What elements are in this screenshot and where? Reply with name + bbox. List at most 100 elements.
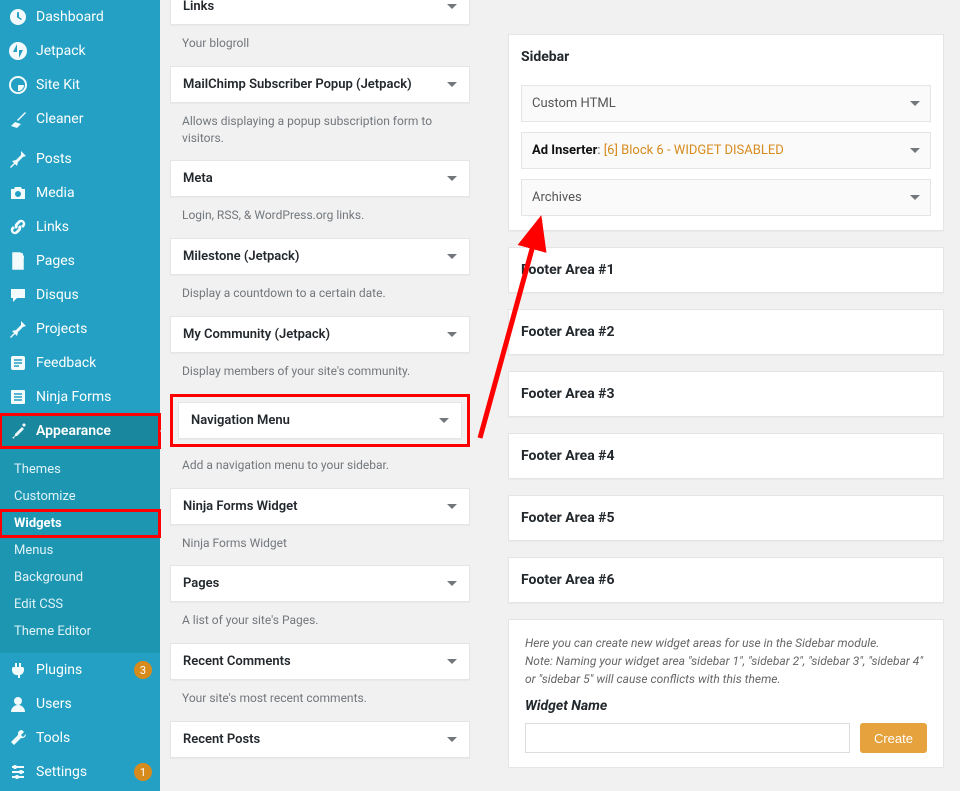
appearance-submenu: ThemesCustomizeWidgetsMenusBackgroundEdi…: [0, 448, 160, 653]
widget-description: Your site's most recent comments.: [170, 680, 470, 721]
available-widget: Ninja Forms Widget: [170, 488, 470, 525]
available-widget-toggle[interactable]: Ninja Forms Widget: [171, 489, 469, 524]
sidebar-item-appearance[interactable]: Appearance: [0, 414, 160, 448]
widget-area-toggle[interactable]: Footer Area #6: [509, 558, 943, 602]
content-area: LinksYour blogroll MailChimp Subscriber P…: [160, 0, 960, 791]
widget-title: Pages: [183, 576, 219, 591]
sidebar-item-users[interactable]: Users: [0, 687, 160, 721]
sidebar-item-label: Disqus: [36, 287, 152, 303]
widget-area-toggle[interactable]: Footer Area #3: [509, 372, 943, 416]
widget-name-input[interactable]: [525, 723, 850, 753]
widget-title: MailChimp Subscriber Popup (Jetpack): [183, 77, 412, 92]
link-icon: [8, 217, 28, 237]
widget-areas-column: Sidebar Custom HTML Ad Inserter: [6] Bloc…: [508, 34, 944, 768]
sidebar-item-plugins[interactable]: Plugins3: [0, 653, 160, 687]
widget-area-toggle[interactable]: Footer Area #5: [509, 496, 943, 540]
sidebar-item-site-kit[interactable]: Site Kit: [0, 68, 160, 102]
widget-area-title: Footer Area #1: [521, 262, 615, 278]
available-widget-toggle[interactable]: MailChimp Subscriber Popup (Jetpack): [171, 67, 469, 102]
available-widget-toggle[interactable]: Milestone (Jetpack): [171, 239, 469, 274]
available-widget-toggle[interactable]: Links: [171, 0, 469, 24]
available-widget-toggle[interactable]: Recent Posts: [171, 722, 469, 757]
widget-area-sidebar-toggle[interactable]: Sidebar: [509, 35, 943, 79]
feedback-icon: [8, 353, 28, 373]
sidebar-item-disqus[interactable]: Disqus: [0, 278, 160, 312]
available-widget: Meta: [170, 160, 470, 197]
widget-area-footer: Footer Area #5: [508, 495, 944, 541]
widget-description: Your blogroll: [170, 25, 470, 66]
placed-widget[interactable]: Ad Inserter: [6] Block 6 - WIDGET DISABL…: [521, 132, 931, 169]
sidebar-item-ninja-forms[interactable]: Ninja Forms: [0, 380, 160, 414]
widget-description: Allows displaying a popup subscription f…: [170, 103, 470, 161]
sidebar-item-feedback[interactable]: Feedback: [0, 346, 160, 380]
available-widget-toggle[interactable]: Pages: [171, 566, 469, 601]
submenu-item-edit-css[interactable]: Edit CSS: [0, 591, 160, 618]
available-widget: Navigation Menu: [178, 402, 462, 439]
sidebar-item-tools[interactable]: Tools: [0, 721, 160, 755]
submenu-item-customize[interactable]: Customize: [0, 483, 160, 510]
sidebar-item-cleaner[interactable]: Cleaner: [0, 102, 160, 136]
camera-icon: [8, 183, 28, 203]
widget-area-footer: Footer Area #1: [508, 247, 944, 293]
available-widget: Recent Comments: [170, 643, 470, 680]
create-note-line2: Note: Naming your widget area "sidebar 1…: [525, 652, 927, 688]
available-widget-toggle[interactable]: My Community (Jetpack): [171, 317, 469, 352]
widget-area-title: Footer Area #3: [521, 386, 615, 402]
widget-area-toggle[interactable]: Footer Area #4: [509, 434, 943, 478]
sidebar-item-media[interactable]: Media: [0, 176, 160, 210]
widget-description: Display a countdown to a certain date.: [170, 275, 470, 316]
available-widgets-column: LinksYour blogroll MailChimp Subscriber P…: [170, 0, 470, 758]
create-widget-area-panel: Here you can create new widget areas for…: [508, 619, 944, 768]
sidebar-item-dashboard[interactable]: Dashboard: [0, 0, 160, 34]
available-widget: MailChimp Subscriber Popup (Jetpack): [170, 66, 470, 103]
sidebar-item-label: Plugins: [36, 662, 130, 678]
placed-widget[interactable]: Custom HTML: [521, 85, 931, 122]
sidebar-item-links[interactable]: Links: [0, 210, 160, 244]
sidebar-item-label: Projects: [36, 321, 152, 337]
widget-area-footer: Footer Area #2: [508, 309, 944, 355]
chevron-down-icon: [447, 176, 457, 181]
available-widget-toggle[interactable]: Recent Comments: [171, 644, 469, 679]
available-widget: Pages: [170, 565, 470, 602]
page-icon: [8, 251, 28, 271]
sidebar-item-label: Tools: [36, 730, 152, 746]
available-widget-toggle[interactable]: Navigation Menu: [179, 403, 461, 438]
chevron-down-icon: [439, 418, 449, 423]
chevron-down-icon: [447, 659, 457, 664]
submenu-item-menus[interactable]: Menus: [0, 537, 160, 564]
chevron-down-icon: [447, 82, 457, 87]
create-button[interactable]: Create: [860, 723, 927, 753]
widget-area-title: Footer Area #6: [521, 572, 615, 588]
widget-area-title: Footer Area #5: [521, 510, 615, 526]
submenu-item-widgets[interactable]: Widgets: [0, 510, 160, 537]
available-widget: Links: [170, 0, 470, 25]
widget-description: Add a navigation menu to your sidebar.: [170, 447, 470, 488]
widget-title: Recent Comments: [183, 654, 291, 669]
submenu-item-background[interactable]: Background: [0, 564, 160, 591]
widget-area-toggle[interactable]: Footer Area #1: [509, 248, 943, 292]
sidebar-item-posts[interactable]: Posts: [0, 142, 160, 176]
widget-name-label: Widget Name: [525, 696, 927, 717]
submenu-item-theme-editor[interactable]: Theme Editor: [0, 618, 160, 645]
comment-icon: [8, 285, 28, 305]
widget-area-sidebar: Sidebar Custom HTML Ad Inserter: [6] Bloc…: [508, 34, 944, 231]
widget-area-footer: Footer Area #3: [508, 371, 944, 417]
sidebar-item-pages[interactable]: Pages: [0, 244, 160, 278]
chevron-down-icon: [447, 332, 457, 337]
widget-area-toggle[interactable]: Footer Area #2: [509, 310, 943, 354]
placed-widget-label: Archives: [532, 190, 582, 205]
plug-icon: [8, 660, 28, 680]
widget-title: Meta: [183, 171, 213, 186]
available-widget-toggle[interactable]: Meta: [171, 161, 469, 196]
jetpack-icon: [8, 41, 28, 61]
sidebar-item-label: Appearance: [36, 423, 152, 439]
placed-widget[interactable]: Archives: [521, 179, 931, 216]
chevron-down-icon: [447, 4, 457, 9]
sidebar-item-label: Jetpack: [36, 43, 152, 59]
sidebar-item-label: Posts: [36, 151, 152, 167]
sidebar-item-projects[interactable]: Projects: [0, 312, 160, 346]
sidebar-item-jetpack[interactable]: Jetpack: [0, 34, 160, 68]
available-widget: Recent Posts: [170, 721, 470, 758]
sidebar-item-settings[interactable]: Settings1: [0, 755, 160, 789]
submenu-item-themes[interactable]: Themes: [0, 456, 160, 483]
